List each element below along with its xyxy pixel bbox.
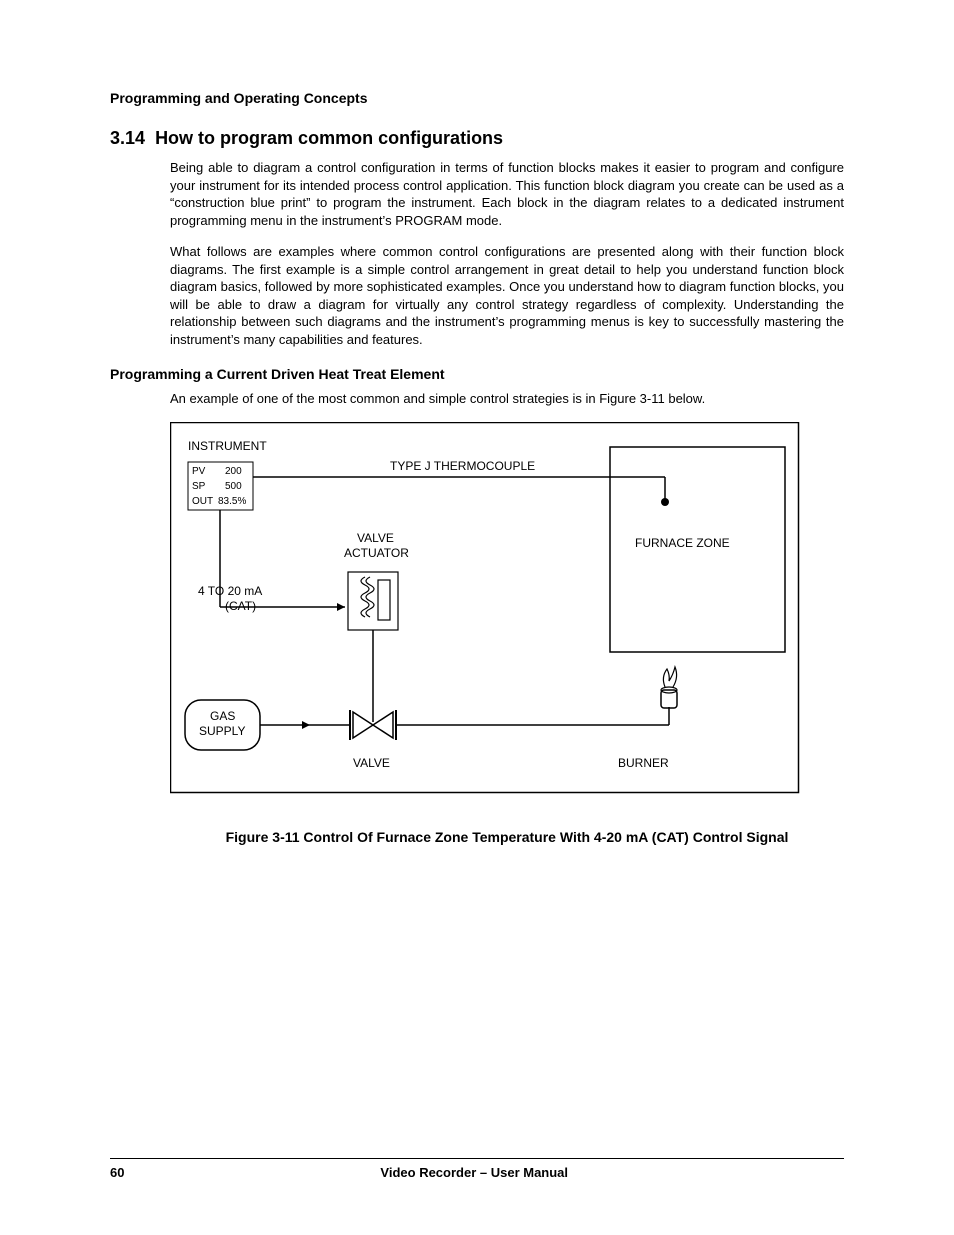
gas-arrow-icon [302,721,310,729]
actuator-label-1: VALVE [357,531,394,545]
sp-label: SP [192,481,206,492]
page-number: 60 [110,1165,124,1180]
diagram-svg: INSTRUMENT PV 200 SP 500 OUT 83.5% TYPE … [170,422,810,817]
instrument-display: PV 200 SP 500 OUT 83.5% [188,462,253,510]
main-heading: 3.14 How to program common configuration… [110,128,844,149]
signal-arrowhead-icon [337,603,345,611]
gas-label-1: GAS [210,709,235,723]
burner-icon [661,667,677,708]
sp-value: 500 [225,481,242,492]
thermocouple-junction-icon [661,498,669,506]
valve-actuator-icon [348,572,398,722]
valve-label: VALVE [353,756,390,770]
example-intro: An example of one of the most common and… [170,390,844,408]
pv-label: PV [192,466,206,477]
out-value: 83.5% [218,496,246,507]
gas-label-2: SUPPLY [199,724,245,738]
thermocouple-label: TYPE J THERMOCOUPLE [390,459,535,473]
subheading: Programming a Current Driven Heat Treat … [110,366,844,382]
burner-label: BURNER [618,756,669,770]
section-header: Programming and Operating Concepts [110,90,844,106]
page: Programming and Operating Concepts 3.14 … [0,0,954,1235]
paragraph-2: What follows are examples where common c… [170,243,844,348]
example-intro-block: An example of one of the most common and… [170,390,844,408]
signal-label-1: 4 TO 20 mA [198,584,262,598]
heading-number: 3.14 [110,128,145,148]
footer-title: Video Recorder – User Manual [124,1165,824,1180]
figure-wrap: INSTRUMENT PV 200 SP 500 OUT 83.5% TYPE … [170,422,844,845]
signal-label-2: (CAT) [225,599,256,613]
paragraph-1: Being able to diagram a control configur… [170,159,844,229]
out-label: OUT [192,496,213,507]
figure-caption: Figure 3-11 Control Of Furnace Zone Temp… [170,829,844,845]
actuator-label-2: ACTUATOR [344,546,409,560]
furnace-label: FURNACE ZONE [635,536,730,550]
heading-title: How to program common configurations [155,128,503,148]
footer: 60 Video Recorder – User Manual [110,1158,844,1180]
instrument-label: INSTRUMENT [188,439,267,453]
pv-value: 200 [225,466,242,477]
body-text-block: Being able to diagram a control configur… [170,159,844,348]
footer-rule [110,1158,844,1159]
